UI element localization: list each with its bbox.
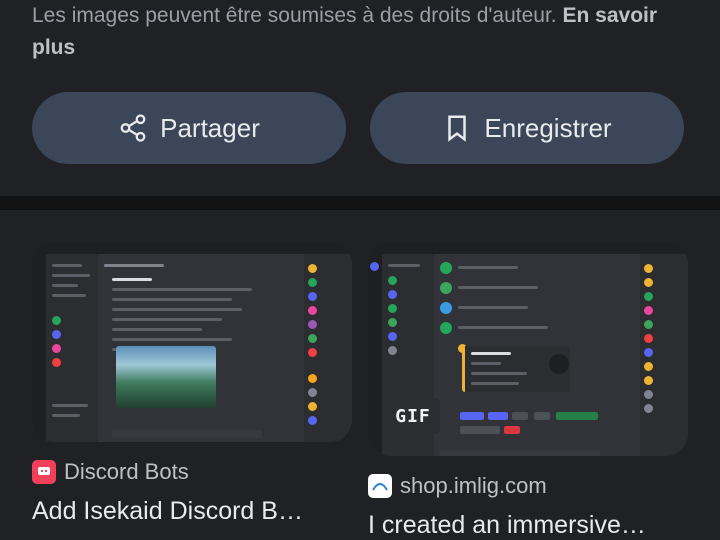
mock-member-list bbox=[640, 254, 688, 456]
mock-topbar bbox=[368, 242, 688, 254]
bookmark-icon bbox=[448, 115, 467, 142]
mock-member-list bbox=[304, 254, 352, 442]
result-title[interactable]: I created an immersive… bbox=[368, 509, 668, 540]
result-thumbnail[interactable]: GIF bbox=[368, 242, 688, 456]
image-detail-panel: Les images peuvent être soumises à des d… bbox=[0, 0, 720, 196]
mock-embed bbox=[462, 346, 570, 392]
section-divider bbox=[0, 196, 720, 210]
fantasy-landscape-image bbox=[116, 346, 216, 408]
mock-server-list bbox=[32, 254, 46, 442]
copyright-text: Les images peuvent être soumises à des d… bbox=[32, 4, 557, 27]
gif-badge: GIF bbox=[386, 398, 440, 434]
result-thumbnail[interactable] bbox=[32, 242, 352, 442]
result-card[interactable]: GIF shop.imlig.com I created an immersiv… bbox=[368, 242, 688, 540]
result-title[interactable]: Add Isekaid Discord B… bbox=[32, 495, 332, 527]
share-label: Partager bbox=[160, 112, 260, 143]
share-button[interactable]: Partager bbox=[32, 92, 346, 164]
related-results: Discord Bots Add Isekaid Discord B… GIF … bbox=[0, 210, 720, 540]
result-card[interactable]: Discord Bots Add Isekaid Discord B… bbox=[32, 242, 352, 527]
discord-bots-favicon bbox=[32, 460, 56, 484]
result-source-name: shop.imlig.com bbox=[400, 473, 547, 498]
save-label: Enregistrer bbox=[484, 112, 612, 143]
share-icon bbox=[120, 114, 146, 142]
mock-server-list bbox=[368, 254, 382, 456]
mock-channel-list bbox=[46, 254, 98, 442]
mock-topbar bbox=[32, 242, 352, 254]
result-source-name: Discord Bots bbox=[64, 459, 189, 484]
copyright-notice: Les images peuvent être soumises à des d… bbox=[32, 0, 692, 64]
result-source[interactable]: Discord Bots bbox=[32, 457, 352, 487]
shop-favicon bbox=[368, 474, 392, 498]
save-button[interactable]: Enregistrer bbox=[370, 92, 684, 164]
result-source[interactable]: shop.imlig.com bbox=[368, 471, 688, 501]
